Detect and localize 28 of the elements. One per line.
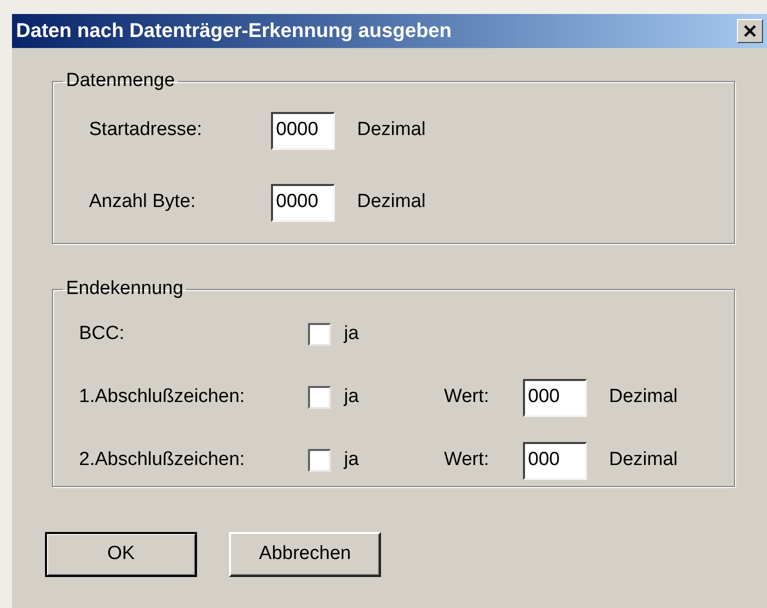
checkbox-label: ja: [344, 322, 360, 346]
number-field[interactable]: 000: [523, 442, 587, 480]
window-title: Daten nach Datenträger-Erkennung ausgeben: [16, 21, 452, 41]
unit-label: Dezimal: [609, 448, 678, 472]
field-label: Anzahl Byte:: [89, 190, 197, 214]
unit-label: Dezimal: [357, 118, 426, 142]
group-title: Datenmenge: [65, 69, 176, 93]
checkbox[interactable]: [308, 449, 331, 472]
field-label: BCC:: [79, 322, 126, 346]
field-label: 2.Abschlußzeichen:: [79, 448, 246, 472]
field-label: Wert:: [444, 385, 490, 410]
group-title: Endekennung: [65, 277, 184, 301]
checkbox-label: ja: [344, 448, 360, 472]
field-label: 1.Abschlußzeichen:: [79, 385, 246, 410]
field-label: Wert:: [444, 448, 490, 472]
field-label: Startadresse:: [89, 118, 203, 142]
close-button[interactable]: [737, 19, 763, 43]
checkbox[interactable]: [308, 323, 331, 346]
number-field[interactable]: 0000: [271, 112, 335, 150]
number-field[interactable]: 0000: [271, 184, 335, 222]
ok-button[interactable]: OK: [45, 532, 197, 577]
unit-label: Dezimal: [609, 385, 678, 410]
cancel-button[interactable]: Abbrechen: [229, 532, 381, 577]
checkbox[interactable]: [308, 386, 331, 409]
number-field[interactable]: 000: [523, 378, 587, 416]
unit-label: Dezimal: [357, 190, 426, 214]
checkbox-label: ja: [344, 385, 360, 410]
close-icon: [743, 25, 757, 37]
